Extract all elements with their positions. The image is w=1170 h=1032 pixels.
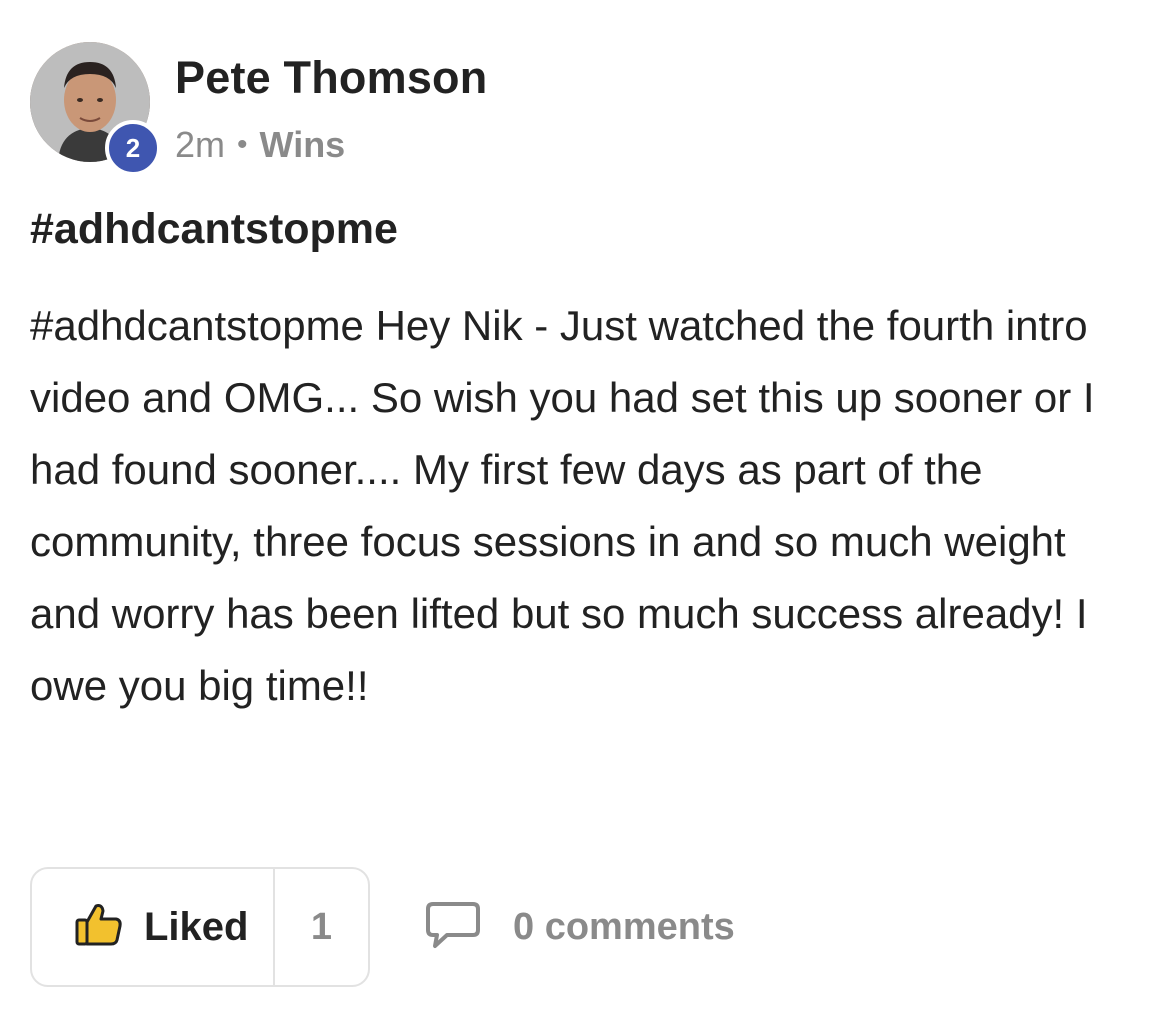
comments-button[interactable]: 0 comments — [425, 867, 735, 987]
author-name[interactable]: Pete Thomson — [175, 52, 487, 104]
like-label: Liked — [144, 904, 249, 949]
meta-separator: • — [237, 128, 248, 161]
author-avatar-container[interactable]: 2 — [30, 42, 161, 176]
comment-bubble-icon — [425, 900, 481, 955]
post-title: #adhdcantstopme — [30, 205, 398, 253]
post-time: 2m — [175, 124, 226, 165]
like-count[interactable]: 1 — [275, 869, 368, 985]
level-badge: 2 — [105, 120, 161, 176]
like-button[interactable]: Liked — [32, 869, 275, 985]
comments-label: 0 comments — [513, 905, 735, 948]
post-body: #adhdcantstopme Hey Nik - Just watched t… — [30, 302, 1095, 709]
like-group: Liked 1 — [30, 867, 370, 987]
thumbs-up-icon — [74, 902, 124, 953]
post-card: 2 Pete Thomson 2m • Wins #adhdcantstopme… — [0, 0, 1170, 1032]
post-meta: 2m • Wins — [175, 124, 345, 166]
post-category[interactable]: Wins — [260, 124, 346, 166]
